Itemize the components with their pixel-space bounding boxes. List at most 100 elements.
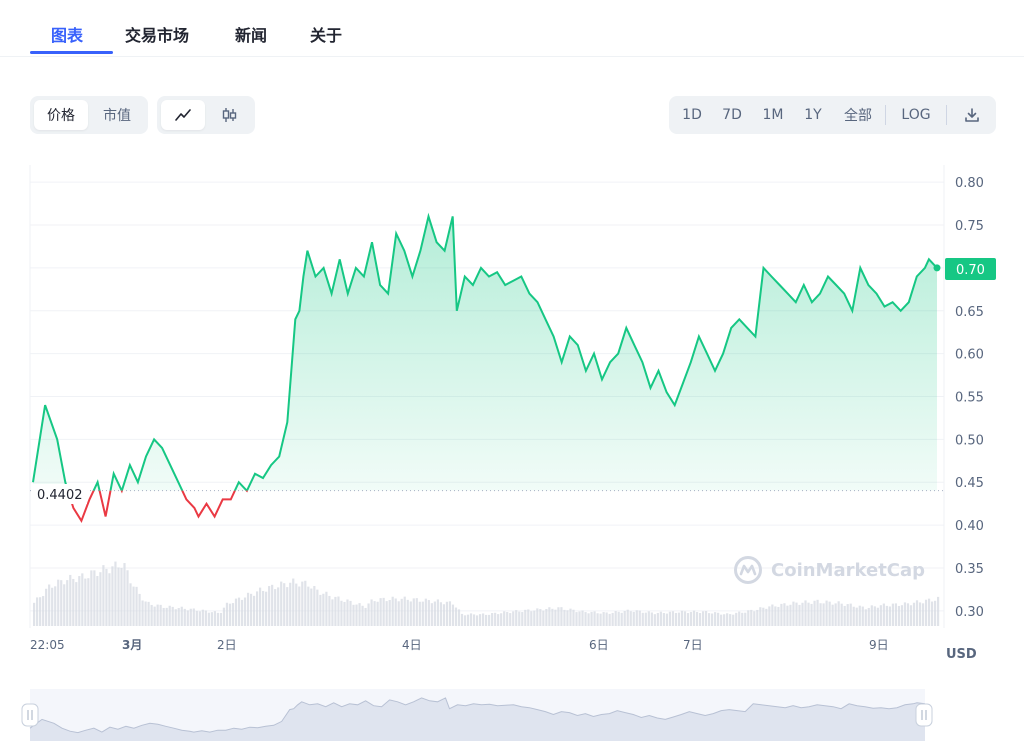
volume-bar xyxy=(711,613,714,626)
volume-bar xyxy=(430,603,433,626)
volume-bar xyxy=(515,610,518,626)
volume-bar xyxy=(855,607,858,626)
volume-bar xyxy=(602,612,605,626)
volume-bar xyxy=(569,608,572,626)
volume-bar xyxy=(846,604,849,626)
volume-bar xyxy=(783,603,786,626)
volume-bar xyxy=(825,600,828,626)
x-tick-label: 22:05 xyxy=(30,638,65,652)
range-7d-button[interactable]: 7D xyxy=(713,100,751,130)
range-1m-button[interactable]: 1M xyxy=(753,100,793,130)
volume-bar xyxy=(536,608,539,626)
volume-bar xyxy=(819,603,822,626)
navigator-left-handle[interactable] xyxy=(21,703,39,727)
range-all-button[interactable]: 全部 xyxy=(833,100,883,130)
volume-bar xyxy=(500,613,503,626)
volume-bar xyxy=(96,576,99,626)
current-price-label: 0.70 xyxy=(956,263,985,278)
volume-bar xyxy=(563,609,566,626)
volume-bar xyxy=(780,603,783,626)
range-1d-button[interactable]: 1D xyxy=(673,100,711,130)
volume-bar xyxy=(891,603,894,626)
y-tick-label: 0.80 xyxy=(955,176,984,191)
volume-bar xyxy=(307,586,310,626)
volume-bar xyxy=(174,609,177,626)
volume-bar xyxy=(415,598,418,626)
download-button[interactable] xyxy=(953,100,991,130)
x-tick-label: 6日 xyxy=(589,638,609,652)
volume-bar xyxy=(156,604,159,626)
divider xyxy=(946,105,947,125)
volume-bar xyxy=(665,613,668,626)
volume-bar xyxy=(933,600,937,626)
volume-bar xyxy=(882,603,885,626)
volume-bar xyxy=(918,602,922,626)
volume-bar xyxy=(207,612,210,626)
volume-bar xyxy=(406,599,409,626)
volume-bar xyxy=(252,595,256,626)
volume-bar xyxy=(48,584,51,626)
volume-bar xyxy=(614,611,617,626)
volume-bar xyxy=(364,607,367,626)
range-navigator[interactable] xyxy=(0,686,1024,752)
price-button[interactable]: 价格 xyxy=(34,100,88,130)
market-cap-button[interactable]: 市值 xyxy=(90,100,144,130)
volume-bar xyxy=(129,583,132,626)
volume-bar xyxy=(349,600,352,626)
navigator-right-handle[interactable] xyxy=(915,703,933,727)
volume-bar xyxy=(843,605,846,626)
volume-bar xyxy=(861,606,864,626)
volume-bar xyxy=(789,604,792,626)
volume-bar xyxy=(611,612,614,626)
volume-bar xyxy=(840,603,843,626)
volume-bar xyxy=(720,614,723,626)
volume-bar xyxy=(852,606,855,626)
tab-markets[interactable]: 交易市场 xyxy=(125,22,189,46)
volume-bar xyxy=(876,607,879,626)
log-scale-button[interactable]: LOG xyxy=(891,100,941,130)
candlestick-button[interactable] xyxy=(207,100,251,130)
y-tick-label: 0.35 xyxy=(955,562,984,577)
volume-bar xyxy=(717,612,720,626)
volume-bar xyxy=(108,573,111,626)
volume-bar xyxy=(584,612,587,626)
y-tick-label: 0.40 xyxy=(955,519,984,534)
metric-toggle: 价格 市值 xyxy=(30,96,148,134)
volume-bar xyxy=(111,566,114,626)
volume-bar xyxy=(864,609,867,626)
price-chart[interactable]: 0.4402 0.800.750.700.650.600.550.500.450… xyxy=(0,150,1024,670)
volume-bar xyxy=(671,611,675,626)
volume-bar xyxy=(741,612,744,626)
volume-bar xyxy=(620,612,623,626)
volume-bar xyxy=(147,601,150,626)
baseline-price-label: 0.4402 xyxy=(37,488,83,503)
volume-bar xyxy=(900,605,904,626)
volume-bar xyxy=(888,606,891,626)
volume-bar xyxy=(469,613,473,626)
line-chart-button[interactable] xyxy=(161,100,205,130)
volume-bar xyxy=(382,597,385,626)
volume-bar xyxy=(590,611,593,626)
volume-bar xyxy=(475,615,479,626)
volume-bar xyxy=(442,604,446,626)
volume-bar xyxy=(268,586,271,626)
volume-bar xyxy=(539,609,542,626)
volume-bar xyxy=(51,587,54,626)
volume-bar xyxy=(343,601,346,626)
volume-bar xyxy=(135,586,138,626)
current-price-tag: 0.70 xyxy=(945,258,996,280)
volume-bar xyxy=(72,578,75,626)
volume-bar xyxy=(472,614,476,626)
volume-bar xyxy=(497,614,500,626)
volume-bar xyxy=(527,609,530,626)
volume-bar xyxy=(506,612,509,626)
volume-bar xyxy=(726,613,729,626)
tab-about[interactable]: 关于 xyxy=(310,22,342,46)
volume-bar xyxy=(259,587,262,626)
volume-bar xyxy=(674,612,678,626)
range-1y-button[interactable]: 1Y xyxy=(795,100,831,130)
volume-bar xyxy=(331,599,334,626)
tab-news[interactable]: 新闻 xyxy=(235,22,267,46)
tab-chart[interactable]: 图表 xyxy=(51,22,83,46)
volume-bar xyxy=(283,583,286,626)
